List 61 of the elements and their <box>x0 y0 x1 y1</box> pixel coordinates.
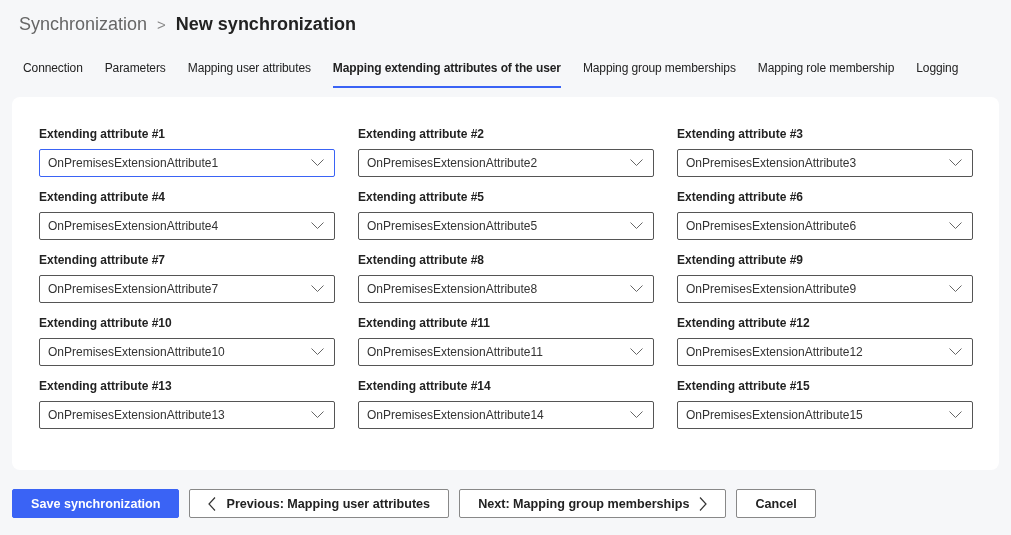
chevron-down-icon <box>630 411 643 419</box>
field-label: Extending attribute #8 <box>358 253 486 269</box>
breadcrumb-link[interactable]: Synchronization <box>19 13 148 35</box>
dropdown-field[interactable]: OnPremisesExtensionAttribute7 <box>39 275 335 303</box>
dropdown-field[interactable]: OnPremisesExtensionAttribute9 <box>677 275 973 303</box>
dropdown-field[interactable]: OnPremisesExtensionAttribute14 <box>358 401 654 429</box>
chevron-down-icon <box>630 285 643 293</box>
dropdown-field[interactable]: OnPremisesExtensionAttribute12 <box>677 338 973 366</box>
field-label: Extending attribute #15 <box>677 379 811 395</box>
breadcrumb-separator: > <box>157 15 166 33</box>
tab[interactable]: Connection <box>23 58 83 88</box>
chevron-down-icon <box>949 159 962 167</box>
chevron-down-icon <box>311 222 324 230</box>
tab[interactable]: Mapping group memberships <box>582 58 736 88</box>
field-label: Extending attribute #3 <box>677 127 805 143</box>
save-button[interactable]: Save synchronization <box>12 489 180 518</box>
chevron-down-icon <box>630 222 643 230</box>
field-label: Extending attribute #11 <box>358 316 492 332</box>
previous-button[interactable]: Previous: Mapping user attributes <box>189 489 450 518</box>
dropdown-field[interactable]: OnPremisesExtensionAttribute5 <box>358 212 654 240</box>
dropdown-field[interactable]: OnPremisesExtensionAttribute1 <box>39 149 335 177</box>
chevron-down-icon <box>949 222 962 230</box>
tab[interactable]: Mapping extending attributes of the user <box>332 58 561 88</box>
field-label: Extending attribute #6 <box>677 190 805 206</box>
dropdown-field[interactable]: OnPremisesExtensionAttribute8 <box>358 275 654 303</box>
chevron-down-icon <box>311 159 324 167</box>
cancel-button[interactable]: Cancel <box>736 489 816 518</box>
field-label: Extending attribute #12 <box>677 316 811 332</box>
field-label: Extending attribute #1 <box>39 127 167 143</box>
next-button[interactable]: Next: Mapping group memberships <box>459 489 727 518</box>
dropdown-field[interactable]: OnPremisesExtensionAttribute15 <box>677 401 973 429</box>
page-title: New synchronization <box>175 13 356 35</box>
dropdown-field[interactable]: OnPremisesExtensionAttribute10 <box>39 338 335 366</box>
chevron-down-icon <box>630 348 643 356</box>
chevron-down-icon <box>311 411 324 419</box>
chevron-left-icon <box>208 496 217 511</box>
field-label: Extending attribute #2 <box>358 127 486 143</box>
field-label: Extending attribute #4 <box>39 190 167 206</box>
dropdown-field[interactable]: OnPremisesExtensionAttribute4 <box>39 212 335 240</box>
dropdown-field[interactable]: OnPremisesExtensionAttribute6 <box>677 212 973 240</box>
tab[interactable]: Logging <box>916 58 959 88</box>
dropdown-field[interactable]: OnPremisesExtensionAttribute11 <box>358 338 654 366</box>
field-label: Extending attribute #7 <box>39 253 167 269</box>
chevron-down-icon <box>311 285 324 293</box>
field-label: Extending attribute #5 <box>358 190 486 206</box>
chevron-down-icon <box>311 348 324 356</box>
tab[interactable]: Mapping role membership <box>757 58 895 88</box>
tab[interactable]: Mapping user attributes <box>187 58 311 88</box>
chevron-down-icon <box>949 411 962 419</box>
dropdown-field[interactable]: OnPremisesExtensionAttribute2 <box>358 149 654 177</box>
chevron-right-icon <box>699 496 708 511</box>
chevron-down-icon <box>949 285 962 293</box>
tab[interactable]: Parameters <box>104 58 166 88</box>
field-label: Extending attribute #14 <box>358 379 492 395</box>
field-label: Extending attribute #9 <box>677 253 805 269</box>
chevron-down-icon <box>949 348 962 356</box>
field-label: Extending attribute #13 <box>39 379 173 395</box>
dropdown-field[interactable]: OnPremisesExtensionAttribute3 <box>677 149 973 177</box>
field-label: Extending attribute #10 <box>39 316 173 332</box>
chevron-down-icon <box>630 159 643 167</box>
dropdown-field[interactable]: OnPremisesExtensionAttribute13 <box>39 401 335 429</box>
